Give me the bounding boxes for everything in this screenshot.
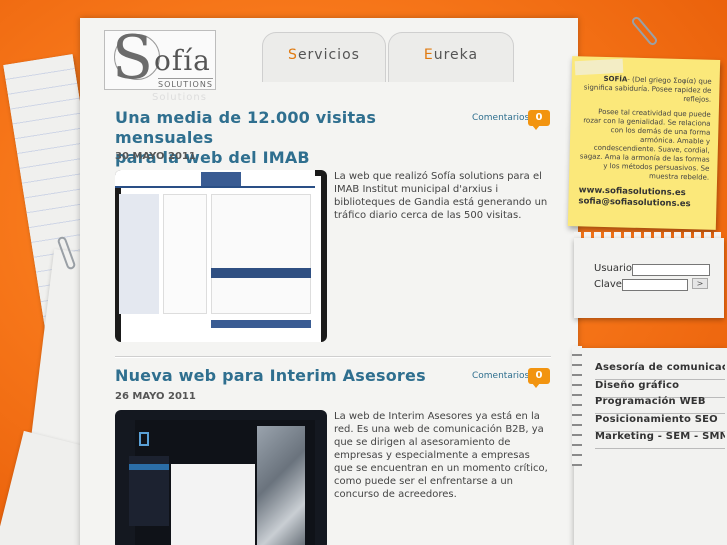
comments-count-badge[interactable]: 0 [528,368,550,388]
comments-count-badge[interactable]: 0 [528,110,550,130]
logo-subtitle: SOLUTIONS [158,78,213,89]
note-definition-head: SOFÍA [603,74,628,84]
post-title-line: Una media de 12.000 visitas mensuales [115,108,377,147]
password-input[interactable] [622,279,688,291]
post-thumbnail-interim[interactable] [115,410,327,545]
username-label: Usuario: [594,263,636,274]
note-definition: SOFÍA- (Del griego Σοφία) que significa … [581,74,712,104]
tab-label: ureka [433,47,479,63]
logo-name: ofía [154,44,211,77]
service-link-programacion[interactable]: Programación WEB [595,396,725,414]
logo-initial: S [112,23,154,93]
note-email[interactable]: sofia@sofiasolutions.es [578,196,708,210]
notebook-rings [572,346,582,466]
username-input[interactable] [632,264,710,276]
logo-reflection: Solutions [152,92,207,103]
paperclip-icon [630,15,659,47]
password-label: Clave: [594,279,626,290]
post-date: 26 MAYO 2011 [115,391,196,402]
service-link-marketing[interactable]: Marketing - SEM - SMM [595,431,725,449]
tab-servicios[interactable]: Servicios [262,32,386,82]
post-date: 30 MAYO 2011 [115,151,196,162]
tab-initial: S [288,47,298,63]
post-thumbnail-imab[interactable] [115,170,327,342]
tab-label: ervicios [297,47,360,63]
post-excerpt: La web que realizó Sofía solutions para … [334,171,548,221]
post-excerpt: La web de Interim Asesores ya está en la… [334,411,548,500]
tab-initial: E [423,47,434,63]
post-title[interactable]: Nueva web para Interim Asesores [115,366,445,386]
post-divider [115,356,551,358]
service-link-seo[interactable]: Posicionamiento SEO [595,414,725,432]
comments-link[interactable]: Comentarios [472,113,529,123]
note-description: Posee tal creatividad que puede rozar co… [579,107,711,182]
sticky-note: SOFÍA- (Del griego Σοφία) que significa … [567,56,721,230]
login-submit-button[interactable]: > [692,278,708,289]
service-link-comunicacion[interactable]: Asesoría de comunicación [595,362,725,380]
tab-eureka[interactable]: Eureka [388,32,514,82]
tape [574,58,624,76]
comments-link[interactable]: Comentarios [472,371,529,381]
